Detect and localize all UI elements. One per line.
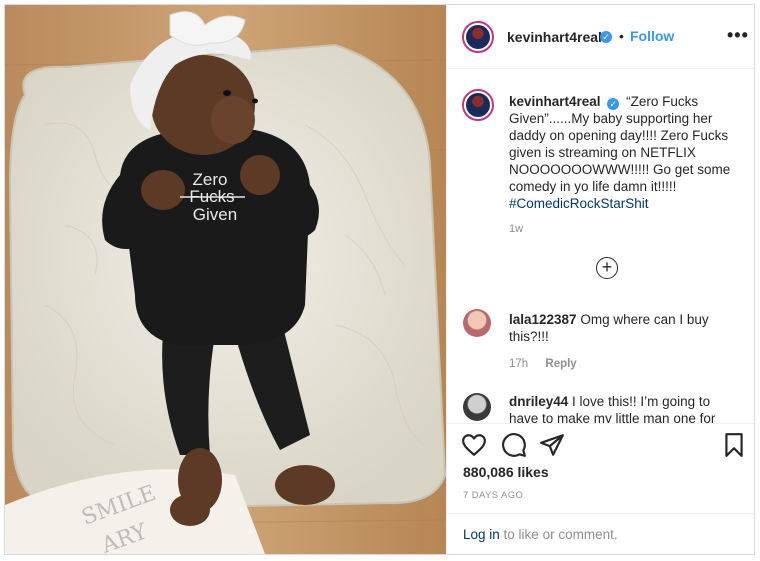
login-prompt-text: to like or comment.: [499, 527, 618, 542]
login-bar: Log in to like or comment.: [447, 513, 754, 554]
commenter-avatar[interactable]: [463, 393, 491, 421]
caption-age: 1w: [509, 223, 524, 235]
baby-photo-illustration: SMILE ARY Zero Fucks Given: [5, 5, 446, 554]
share-icon[interactable]: [539, 432, 565, 458]
post-header: kevinhart4real ✓ • Follow •••: [447, 5, 754, 69]
caption-username[interactable]: kevinhart4real: [509, 94, 601, 109]
comment-username[interactable]: lala122387: [509, 312, 577, 327]
author-avatar[interactable]: [462, 21, 494, 53]
bookmark-icon[interactable]: [721, 432, 747, 458]
commenter-avatar[interactable]: [463, 309, 491, 337]
comment-body: dnriley44 I love this!! I’m going to hav…: [509, 393, 729, 423]
post-photo[interactable]: SMILE ARY Zero Fucks Given: [5, 5, 446, 554]
reply-button[interactable]: Reply: [545, 358, 576, 370]
follow-button[interactable]: Follow: [630, 28, 674, 44]
comment-meta: 17h Reply: [509, 358, 577, 370]
comment-username[interactable]: dnriley44: [509, 394, 568, 409]
login-link[interactable]: Log in: [463, 527, 500, 542]
separator-dot: •: [619, 28, 624, 44]
comment-icon[interactable]: [501, 432, 527, 458]
login-prompt: Log in to like or comment.: [463, 527, 618, 542]
post-card: SMILE ARY Zero Fucks Given kevinhart4rea…: [4, 4, 755, 555]
shirt-text-line-3: Given: [193, 205, 237, 224]
heart-icon[interactable]: [461, 432, 487, 458]
comment-age: 17h: [509, 358, 529, 370]
caption-text: “Zero Fucks Given”......My baby supporti…: [509, 94, 731, 194]
post-date: 7 DAYS AGO: [463, 490, 524, 501]
load-more-comments-icon[interactable]: +: [596, 257, 618, 279]
author-username[interactable]: kevinhart4real: [507, 29, 602, 45]
post-side-panel: kevinhart4real ✓ • Follow ••• kevinhart4…: [446, 5, 754, 554]
post-caption: kevinhart4real ✓ “Zero Fucks Given”.....…: [509, 93, 739, 212]
caption-hashtag[interactable]: #ComedicRockStarShit: [509, 196, 649, 211]
caption-verified-badge-icon: ✓: [607, 98, 620, 110]
verified-badge-icon: ✓: [600, 31, 612, 43]
post-actions: 880,086 likes 7 DAYS AGO: [447, 423, 754, 513]
likes-count[interactable]: 880,086 likes: [463, 464, 549, 480]
comments-list: lala122387 Omg where can I buy this?!!! …: [447, 295, 754, 423]
comment-body: lala122387 Omg where can I buy this?!!!: [509, 311, 729, 345]
more-options-icon[interactable]: •••: [727, 25, 749, 46]
caption-author-avatar[interactable]: [462, 89, 494, 121]
